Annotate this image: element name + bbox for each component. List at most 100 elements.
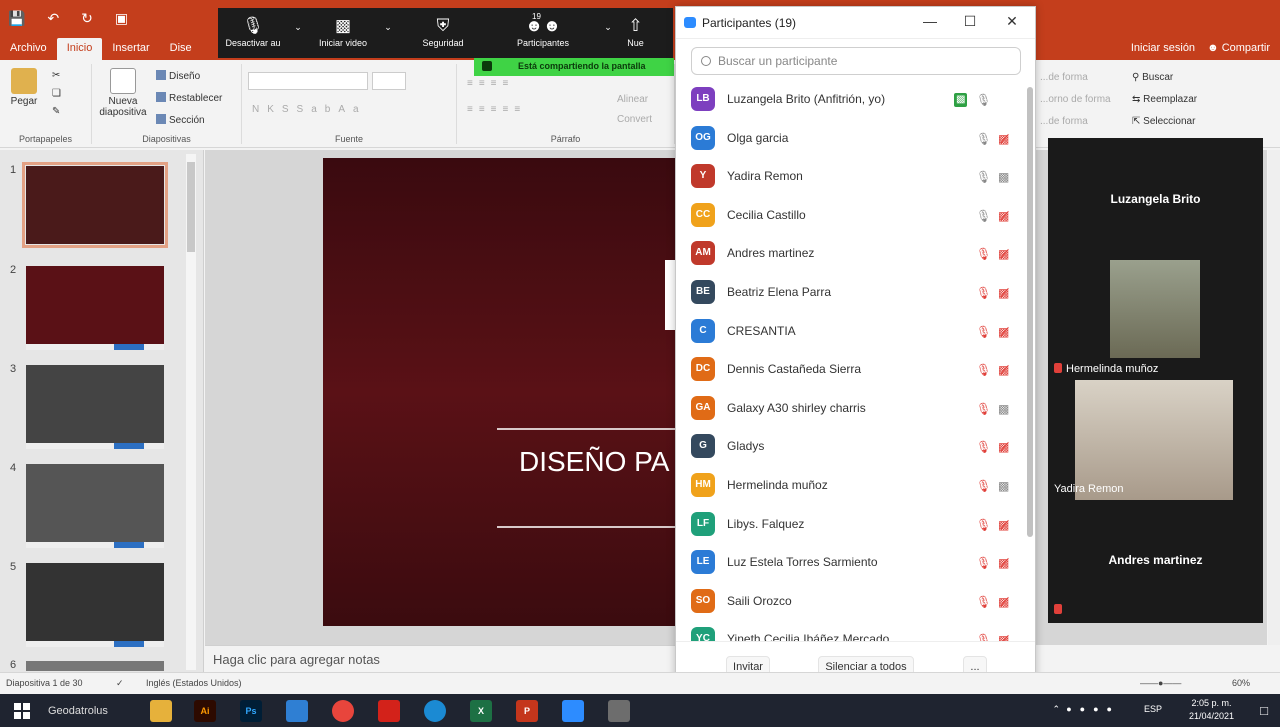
muted-microphone-icon[interactable]: 🎙 bbox=[976, 440, 991, 454]
align-buttons[interactable]: ≡≡≡≡≡ bbox=[467, 104, 526, 115]
zoom-slider[interactable]: ——●—— bbox=[1140, 678, 1181, 688]
microphone-icon[interactable]: 🎙 bbox=[976, 132, 991, 146]
video-off-icon[interactable]: ▩̸ bbox=[998, 209, 1009, 223]
replace-button[interactable]: ⇆ Reemplazar bbox=[1132, 94, 1197, 105]
participant-row[interactable]: HM Hermelinda muñoz 🎙 ▩ bbox=[676, 467, 1026, 506]
copy-icon[interactable]: ❏ bbox=[52, 88, 61, 99]
microphone-icon[interactable]: 🎙 bbox=[976, 209, 991, 223]
muted-microphone-icon[interactable]: 🎙 bbox=[976, 518, 991, 532]
participant-row[interactable]: GA Galaxy A30 shirley charris 🎙 ▩ bbox=[676, 390, 1026, 429]
security-button[interactable]: ⛨ Seguridad bbox=[398, 8, 488, 58]
participant-row[interactable]: SO Saili Orozco 🎙 ▩̸ bbox=[676, 583, 1026, 622]
slide-thumbnail-5[interactable] bbox=[26, 563, 164, 647]
muted-microphone-icon[interactable]: 🎙 bbox=[976, 286, 991, 300]
tab-diseno[interactable]: Dise bbox=[160, 38, 202, 60]
scrollbar-thumb[interactable] bbox=[1027, 87, 1033, 537]
muted-microphone-icon[interactable]: 🎙 bbox=[976, 633, 991, 641]
video-camera-icon[interactable]: ▩ bbox=[998, 170, 1009, 184]
video-off-icon[interactable]: ▩̸ bbox=[998, 595, 1009, 609]
powerpoint-taskbar-icon[interactable]: P bbox=[516, 700, 538, 722]
language-text[interactable]: Inglés (Estados Unidos) bbox=[146, 678, 242, 688]
participants-options-chevron-icon[interactable]: ⌄ bbox=[598, 8, 618, 58]
video-off-icon[interactable]: ▩̸ bbox=[998, 247, 1009, 261]
video-off-icon[interactable]: ▩̸ bbox=[998, 132, 1009, 146]
muted-microphone-icon[interactable]: 🎙 bbox=[976, 363, 991, 377]
participant-row[interactable]: Y Yadira Remon 🎙 ▩ bbox=[676, 158, 1026, 197]
shape-outline-button[interactable]: ...orno de forma bbox=[1040, 94, 1111, 105]
participant-row[interactable]: AM Andres martinez 🎙 ▩̸ bbox=[676, 235, 1026, 274]
video-camera-icon[interactable]: ▩ bbox=[998, 479, 1009, 493]
slide-thumbnail-4[interactable] bbox=[26, 464, 164, 548]
participant-row[interactable]: BE Beatriz Elena Parra 🎙 ▩̸ bbox=[676, 274, 1026, 313]
chrome-icon[interactable] bbox=[332, 700, 354, 722]
mail-icon[interactable] bbox=[286, 700, 308, 722]
shape-fill-button[interactable]: ...de forma bbox=[1040, 72, 1088, 83]
tray-icons[interactable]: ●●●● bbox=[1066, 704, 1120, 714]
video-off-icon[interactable]: ▩̸ bbox=[998, 363, 1009, 377]
microphone-icon[interactable]: 🎙 bbox=[976, 93, 991, 107]
language-indicator[interactable]: ESP bbox=[1144, 704, 1162, 714]
new-share-button[interactable]: ⇧ Nue bbox=[618, 8, 653, 58]
illustrator-icon[interactable]: Ai bbox=[194, 700, 216, 722]
slide-thumbnail-6[interactable] bbox=[26, 661, 164, 671]
shape-effects-button[interactable]: ...de forma bbox=[1040, 116, 1088, 127]
excel-icon[interactable]: X bbox=[470, 700, 492, 722]
tab-inicio[interactable]: Inicio bbox=[56, 38, 103, 60]
participant-row[interactable]: G Gladys 🎙 ▩̸ bbox=[676, 428, 1026, 467]
taskbar-search-text[interactable]: Geodatrolus bbox=[48, 705, 108, 717]
start-video-button[interactable]: ▩ Iniciar video bbox=[308, 8, 378, 58]
file-explorer-icon[interactable] bbox=[150, 700, 172, 722]
notes-pane[interactable]: Haga clic para agregar notas bbox=[205, 645, 675, 672]
find-button[interactable]: ⚲ Buscar bbox=[1132, 72, 1173, 83]
video-camera-icon[interactable]: ▩ bbox=[954, 93, 968, 107]
taskbar-clock[interactable]: 2:05 p. m. 21/04/2021 bbox=[1189, 697, 1234, 723]
participant-row[interactable]: LB Luzangela Brito (Anfitrión, yo) 🎙 ▩ bbox=[676, 81, 1026, 120]
muted-microphone-icon[interactable]: 🎙 bbox=[976, 595, 991, 609]
section-button[interactable]: Sección bbox=[156, 114, 205, 126]
video-off-icon[interactable]: ▩̸ bbox=[998, 440, 1009, 454]
edge-icon[interactable] bbox=[424, 700, 446, 722]
mute-audio-button[interactable]: 🎙 Desactivar au bbox=[218, 8, 288, 58]
format-painter-icon[interactable]: ✎ bbox=[52, 106, 60, 117]
participant-row[interactable]: C CRESANTIA 🎙 ▩̸ bbox=[676, 313, 1026, 352]
zoom-taskbar-icon[interactable] bbox=[562, 700, 584, 722]
muted-microphone-icon[interactable]: 🎙 bbox=[976, 402, 991, 416]
tab-archivo[interactable]: Archivo bbox=[0, 38, 57, 60]
slide-thumbnail-1[interactable] bbox=[22, 162, 168, 248]
current-slide[interactable]: DISEÑO PA bbox=[323, 158, 683, 626]
font-size-field[interactable] bbox=[372, 72, 406, 90]
present-icon[interactable]: ▣ bbox=[115, 10, 128, 27]
sign-in-link[interactable]: Iniciar sesión bbox=[1131, 42, 1195, 54]
participant-row[interactable]: DC Dennis Castañeda Sierra 🎙 ▩̸ bbox=[676, 351, 1026, 390]
video-off-icon[interactable]: ▩̸ bbox=[998, 556, 1009, 570]
close-icon[interactable]: ✕ bbox=[1002, 13, 1022, 30]
share-button[interactable]: ☻ Compartir bbox=[1207, 42, 1270, 54]
video-off-icon[interactable]: ▩̸ bbox=[998, 518, 1009, 532]
tray-chevron-icon[interactable]: ⌃ bbox=[1052, 704, 1060, 715]
muted-microphone-icon[interactable]: 🎙 bbox=[976, 556, 991, 570]
undo-icon[interactable]: ↶ bbox=[47, 10, 59, 27]
spellcheck-icon[interactable]: ✓ bbox=[116, 678, 124, 689]
font-style-buttons[interactable]: NKSSabAa bbox=[252, 104, 367, 115]
new-slide-button[interactable]: Nueva diapositiva bbox=[98, 68, 148, 118]
video-tile-yadira[interactable] bbox=[1075, 380, 1233, 500]
list-buttons[interactable]: ≡≡≡≡ bbox=[467, 78, 514, 89]
muted-microphone-icon[interactable]: 🎙 bbox=[976, 325, 991, 339]
participant-search-input[interactable]: Buscar un participante bbox=[691, 47, 1021, 75]
video-off-icon[interactable]: ▩̸ bbox=[998, 325, 1009, 339]
reset-button[interactable]: Restablecer bbox=[156, 92, 222, 104]
video-off-icon[interactable]: ▩̸ bbox=[998, 633, 1009, 641]
select-button[interactable]: ⇱ Seleccionar bbox=[1132, 116, 1195, 127]
notifications-icon[interactable]: □ bbox=[1260, 703, 1268, 718]
editor-scrollbar[interactable] bbox=[1268, 150, 1280, 645]
video-camera-icon[interactable]: ▩ bbox=[998, 402, 1009, 416]
zoom-level-text[interactable]: 60% bbox=[1232, 678, 1250, 688]
align-text-button[interactable]: Alinear bbox=[617, 94, 648, 105]
microphone-icon[interactable]: 🎙 bbox=[976, 170, 991, 184]
convert-smartart-button[interactable]: Convert bbox=[617, 114, 652, 125]
slide-thumbnail-2[interactable] bbox=[26, 266, 164, 350]
video-tile-hermelinda[interactable] bbox=[1110, 260, 1200, 358]
thumbnails-scrollbar[interactable] bbox=[186, 154, 196, 670]
muted-microphone-icon[interactable]: 🎙 bbox=[976, 479, 991, 493]
layout-button[interactable]: Diseño bbox=[156, 70, 200, 82]
